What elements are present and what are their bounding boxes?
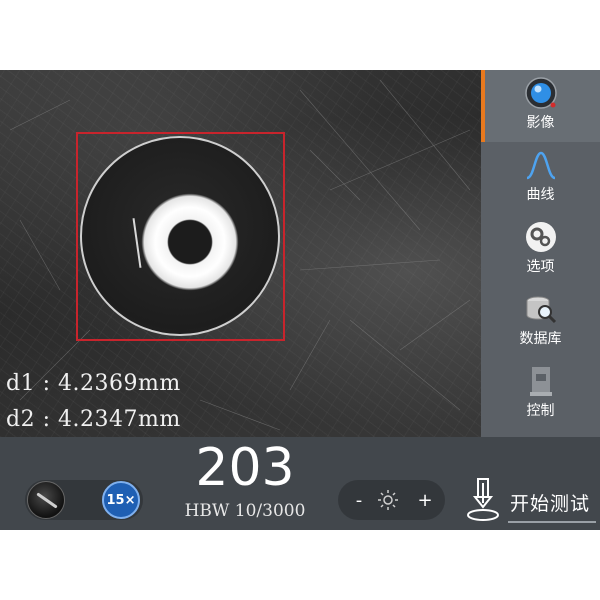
sidebar-item-database[interactable]: 数据库 [481,286,600,358]
hardness-scale: HBW 10/3000 [184,501,306,521]
sidebar-item-label: 数据库 [519,331,562,347]
objective-knob-icon[interactable] [27,481,65,519]
sidebar-item-curve[interactable]: 曲线 [481,142,600,214]
sidebar-item-options[interactable]: 选项 [481,214,600,286]
start-test-underline [508,521,596,523]
curve-icon [524,148,558,182]
brightness-control: - + [338,480,445,520]
database-search-icon [524,292,558,326]
control-icon [524,364,558,398]
gears-icon [524,220,558,254]
sidebar-item-label: 选项 [526,259,555,275]
sidebar: 影像 曲线 选项 数据库 控制 [481,70,600,437]
brightness-decrease-button[interactable]: - [344,480,374,520]
brightness-increase-button[interactable]: + [410,480,440,520]
hardness-tester-screen: d1 : 4.2369mm d2 : 4.2347mm 影像 曲线 选项 数据库… [0,70,600,530]
bottom-bar: 15× 203 HBW 10/3000 - + 开始测试 [0,437,600,530]
sidebar-item-image[interactable]: 影像 [481,70,600,142]
d2-value: d2 : 4.2347mm [6,407,181,432]
sidebar-item-label: 控制 [526,403,555,419]
camera-lens-icon [524,76,558,110]
hardness-value: 203 [195,438,295,498]
start-test-button[interactable]: 开始测试 [466,477,600,527]
sidebar-item-label: 曲线 [526,187,555,203]
camera-view[interactable]: d1 : 4.2369mm d2 : 4.2347mm [0,70,481,437]
objective-selector[interactable]: 15× [25,480,143,520]
d1-value: d1 : 4.2369mm [6,371,181,396]
start-test-label: 开始测试 [510,493,591,515]
magnification-badge[interactable]: 15× [102,481,140,519]
indenter-icon [467,478,499,521]
sidebar-item-label: 影像 [526,115,555,131]
measurement-box[interactable] [76,132,285,341]
sun-icon [378,490,398,510]
sidebar-item-control[interactable]: 控制 [481,358,600,430]
